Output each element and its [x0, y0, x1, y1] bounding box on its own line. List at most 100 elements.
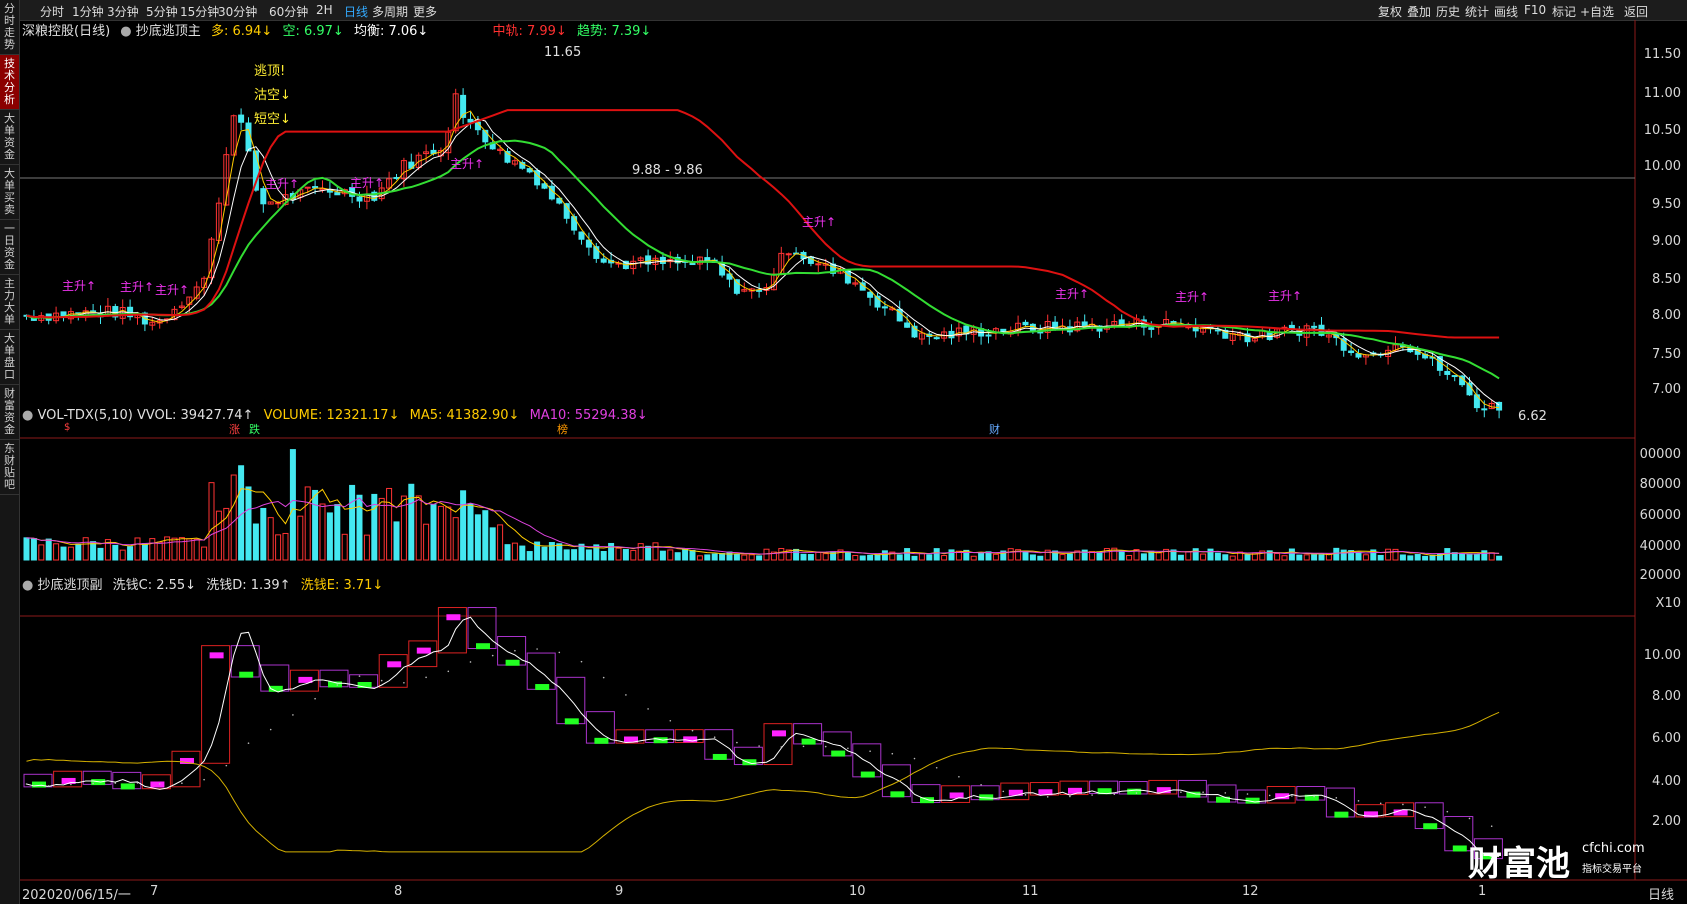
indicator-name[interactable]: 抄底逃顶主 [136, 24, 201, 39]
vol-name[interactable]: VOL-TDX(5,10) [37, 408, 132, 423]
candle [1414, 349, 1421, 355]
legend-e: 洗钱E: 3.71↓ [300, 578, 384, 593]
volume-bar [978, 552, 985, 561]
period-tab[interactable]: 多周期 [372, 3, 408, 20]
candle [800, 251, 807, 260]
chart-canvas[interactable]: 主升↑ 主升↑ 主升↑主升↑ 主升↑主升↑主升↑主升↑ 主升↑ 主升↑ [0, 0, 1687, 904]
period-tab[interactable]: 更多 [413, 3, 437, 20]
sub-name[interactable]: 抄底逃顶副 [37, 578, 102, 593]
candle [534, 170, 541, 186]
volume-bar [474, 514, 481, 561]
period-label[interactable]: 日线 [1648, 884, 1674, 903]
short-short-label: 短空↓ [254, 112, 291, 127]
sub-dot-d [380, 679, 383, 682]
sub-dot-d [1135, 792, 1138, 794]
candle [245, 122, 252, 152]
sidebar-tab[interactable]: 分时走势 [0, 0, 19, 55]
candle [267, 201, 274, 205]
candle [1222, 329, 1229, 339]
candle [837, 268, 844, 274]
toolbar-button[interactable]: 画线 [1494, 3, 1518, 20]
candle [1274, 328, 1281, 338]
sub-dot-d [491, 654, 494, 657]
settings-icon[interactable]: ● [22, 408, 33, 423]
candle [53, 312, 60, 322]
sub-signal [505, 659, 520, 666]
volume-bar [992, 553, 999, 561]
candle [526, 168, 533, 173]
volume-bar [1466, 553, 1473, 561]
period-tab[interactable]: 5分钟 [146, 3, 178, 20]
candle [844, 270, 851, 284]
period-tab[interactable]: 15分钟 [180, 3, 219, 20]
candle [1140, 319, 1147, 328]
sub-box [171, 750, 201, 788]
settings-icon[interactable]: ● [120, 24, 131, 39]
x-month-8: 8 [394, 884, 403, 899]
period-tab[interactable]: 2H [316, 3, 333, 17]
volume-bar [1288, 548, 1295, 561]
sub-signal [1038, 789, 1053, 796]
toolbar-button[interactable]: 统计 [1465, 3, 1489, 20]
volume-bar [1422, 555, 1429, 561]
candle [171, 308, 178, 321]
toolbar-button[interactable]: 叠加 [1407, 3, 1431, 20]
volume-bar [452, 517, 459, 561]
sub-signal [1452, 845, 1467, 852]
event-bang: 榜 [557, 423, 568, 436]
sidebar-tab[interactable]: 财富资金 [0, 385, 19, 440]
sidebar-tab[interactable]: 东财贴吧 [0, 440, 19, 495]
volume-bar [615, 547, 622, 561]
candle [1074, 321, 1081, 332]
toolbar-button[interactable]: 历史 [1436, 3, 1460, 20]
candle [585, 239, 592, 248]
candle [127, 306, 134, 318]
candle [1244, 333, 1251, 343]
sub-box [260, 664, 290, 692]
candle [119, 307, 126, 319]
period-tab[interactable]: 3分钟 [107, 3, 139, 20]
sidebar-tab[interactable]: 大单盘口 [0, 330, 19, 385]
sub-dot-d [1379, 802, 1382, 805]
toolbar-button[interactable]: F10 [1524, 3, 1546, 17]
sidebar-tab[interactable]: 大单买卖 [0, 165, 19, 220]
sub-box [970, 785, 1000, 801]
candle [1488, 402, 1495, 410]
volume-bar [1385, 548, 1392, 561]
candle [1103, 326, 1110, 330]
vol-ma5 [26, 488, 1500, 556]
volume-bar [1451, 552, 1458, 561]
period-tab[interactable]: 1分钟 [72, 3, 104, 20]
volume-bar [1200, 553, 1207, 561]
candle [1348, 350, 1355, 354]
toolbar-button[interactable]: 返回 [1624, 3, 1648, 20]
volume-bar [800, 553, 807, 561]
sidebar-tab[interactable]: 技术分析 [0, 55, 19, 110]
settings-icon[interactable]: ● [22, 578, 33, 593]
sidebar-tab[interactable]: 主力大单 [0, 275, 19, 330]
period-tab[interactable]: 日线 [344, 3, 368, 20]
volume-bar [941, 555, 948, 561]
vol-axis-label: X10 [1655, 596, 1681, 611]
candle [467, 118, 474, 123]
volume-bar [356, 494, 363, 561]
period-tab[interactable]: 60分钟 [269, 3, 308, 20]
volume-bar [1015, 549, 1022, 561]
volume-bar [1118, 550, 1125, 561]
x-month-1: 1 [1478, 884, 1487, 899]
sub-signal [920, 797, 934, 804]
volume-bar [201, 546, 208, 561]
sub-dot-d [1402, 803, 1404, 806]
volume-bar [985, 551, 992, 561]
volume-bar [970, 555, 977, 561]
toolbar-button[interactable]: 标记 [1552, 3, 1576, 20]
toolbar-button[interactable]: +自选 [1580, 3, 1614, 20]
volume-bar [711, 553, 718, 561]
volume-bar [104, 539, 111, 561]
candle [704, 257, 711, 262]
period-tab[interactable]: 30分钟 [218, 3, 257, 20]
period-tab[interactable]: 分时 [40, 3, 64, 20]
toolbar-button[interactable]: 复权 [1378, 3, 1402, 20]
sidebar-tab[interactable]: 一日资金 [0, 220, 19, 275]
sidebar-tab[interactable]: 大单资金 [0, 110, 19, 165]
